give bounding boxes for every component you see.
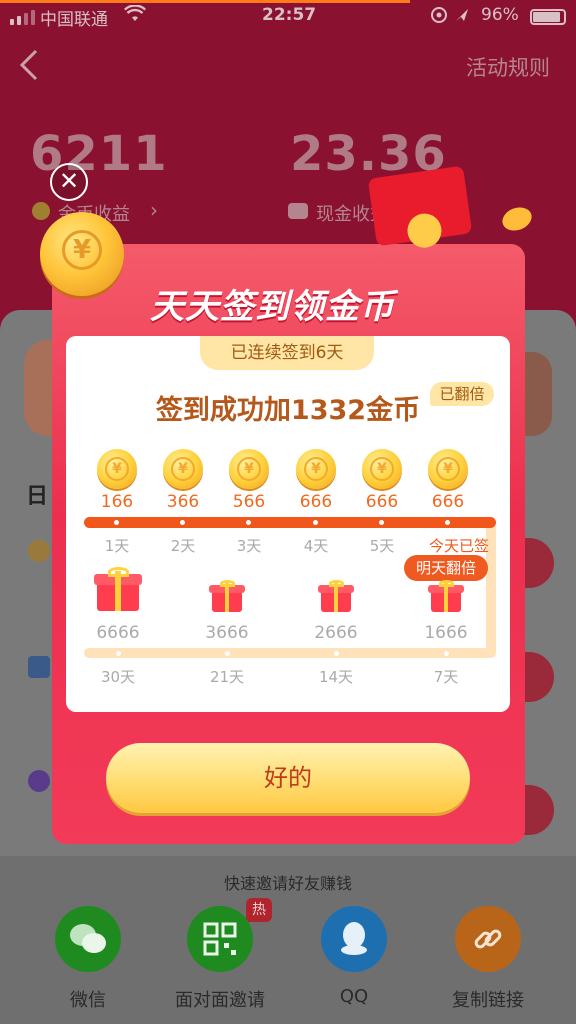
day-label: 5天 [369,537,395,555]
gift-icon [428,580,464,612]
qrcode-icon [187,906,253,972]
day-reward: 566 [232,492,266,512]
tomorrow-double-badge: 明天翻倍 [404,555,488,581]
coin-icon [32,202,50,220]
progress-dot [313,520,318,525]
progress-dot [445,520,450,525]
share-qq-button[interactable]: QQ [294,906,414,1007]
checkin-success-text: 签到成功加1332金币 [155,395,421,426]
battery-icon [530,9,566,25]
milestone-reward: 3666 [205,623,249,643]
location-icon [28,770,50,792]
qq-icon [321,906,387,972]
day-reward: 666 [431,492,465,512]
coin-icon: ¥ [163,449,203,489]
day-reward: 666 [299,492,333,512]
wifi-icon [123,4,147,28]
share-label: 面对面邀请 [175,990,265,1011]
share-label: QQ [339,986,369,1007]
progress-dot [246,520,251,525]
progress-dot [114,520,119,525]
coin-icon: ¥ [296,449,336,489]
today-checked-label: 今天已签 [428,537,489,555]
milestone-reward: 2666 [314,623,358,643]
red-envelope-icon [367,165,473,250]
back-button[interactable] [18,48,40,88]
copy-link-button[interactable]: 复制链接 [428,906,548,1012]
invite-hint: 快速邀请好友赚钱 [223,874,352,893]
coin-icon [28,540,50,562]
day-label: 1天 [104,537,130,555]
activity-rules-link[interactable]: 活动规则 [466,52,550,82]
gift-icon [318,580,354,612]
location-icon [430,5,474,30]
day-label: 2天 [170,537,196,555]
milestone-label: 14天 [318,668,354,686]
coin-icon: ¥ [428,449,468,489]
progress-dot [180,520,185,525]
milestone-track [84,648,496,658]
link-icon [455,906,521,972]
wallet-icon [288,203,308,219]
chevron-right-icon: › [150,198,158,222]
gold-coin-icon: ¥ [40,212,124,296]
avatar [522,352,552,436]
day-reward: 666 [365,492,399,512]
progress-dot [444,651,449,656]
coin-icon: ¥ [229,449,269,489]
gift-icon [28,656,50,678]
close-button[interactable]: ✕ [50,163,88,201]
wechat-icon [55,906,121,972]
battery-percent: 96% [481,5,519,25]
day-reward: 166 [100,492,134,512]
day-label: 3天 [236,537,262,555]
progress-dot [334,651,339,656]
day-label: 4天 [303,537,329,555]
day-reward: 366 [166,492,200,512]
gift-icon [94,567,142,611]
progress-dot [116,651,121,656]
share-face-to-face-button[interactable]: 面对面邀请 [160,906,280,1012]
carrier-name: 中国联通 [40,10,108,30]
coin-icon: ¥ [362,449,402,489]
milestone-label: 30天 [100,668,136,686]
confirm-button[interactable]: 好的 [106,743,470,813]
status-bar: 中国联通 22:57 96% [0,0,576,34]
progress-dot [225,651,230,656]
modal-title: 天天签到领金币 [150,287,395,327]
milestone-label: 21天 [209,668,245,686]
clock: 22:57 [262,5,317,25]
coin-icon: ¥ [97,449,137,489]
milestone-label: 7天 [433,668,459,686]
share-wechat-button[interactable]: 微信 [28,906,148,1012]
checkin-progress-track [84,517,496,528]
gift-icon [209,580,245,612]
share-label: 微信 [70,990,106,1011]
milestone-reward: 1666 [424,623,468,643]
checkin-card: 已连续签到6天 已翻倍 签到成功加1332金币 ¥ ¥ ¥ ¥ ¥ ¥ 166 … [66,336,510,712]
progress-dot [379,520,384,525]
section-title: 日 [26,484,49,509]
milestone-reward: 6666 [96,623,140,643]
signal-icon [10,10,35,25]
streak-badge: 已连续签到6天 [200,336,374,370]
share-label: 复制链接 [452,990,524,1011]
